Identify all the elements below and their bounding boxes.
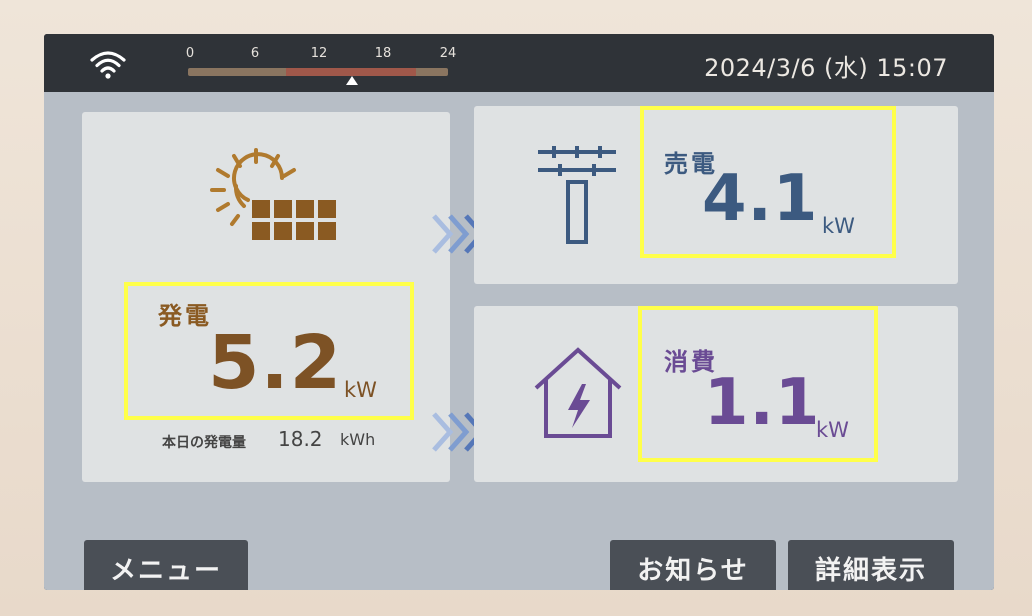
consumption-unit: kW	[816, 418, 849, 442]
time-of-day-scale: 0 6 12 18 24	[184, 46, 457, 86]
sell-readout: 売電 4.1 kW	[640, 106, 896, 258]
time-scale-bar	[188, 68, 448, 76]
main-area: 発電 5.2 kW 本日の発電量 18.2 kWh 売電 4.1 kW 消費 1…	[44, 92, 994, 590]
generation-panel[interactable]: 発電 5.2 kW 本日の発電量 18.2 kWh	[82, 112, 450, 482]
house-lightning-icon	[534, 347, 622, 438]
generation-readout: 発電 5.2 kW	[124, 282, 414, 420]
sun-solar-panel-icon	[210, 148, 336, 240]
status-bar: 0 6 12 18 24 2024/3/6 (水) 15:07	[44, 34, 994, 92]
today-generation-label: 本日の発電量	[162, 435, 246, 451]
display-screen: 0 6 12 18 24 2024/3/6 (水) 15:07 発電 5.2 k…	[44, 34, 994, 590]
menu-button[interactable]: メニュー	[84, 540, 248, 590]
news-button[interactable]: お知らせ	[610, 540, 776, 590]
utility-pole-icon	[538, 146, 616, 244]
current-time-marker	[345, 76, 358, 85]
scale-tick-0: 0	[185, 46, 195, 61]
sell-value: 4.1	[702, 162, 819, 236]
generation-label: 発電	[158, 302, 212, 330]
generation-unit: kW	[344, 378, 377, 402]
scale-tick-6: 6	[250, 46, 260, 61]
scale-tick-24: 24	[439, 46, 457, 61]
wifi-icon	[90, 51, 126, 79]
date-time-display: 2024/3/6 (水) 15:07	[704, 54, 948, 82]
scale-tick-18: 18	[374, 46, 392, 61]
generation-value: 5.2	[208, 320, 343, 406]
consumption-panel[interactable]: 消費 1.1 kW	[474, 306, 958, 482]
sell-panel[interactable]: 売電 4.1 kW	[474, 106, 958, 284]
today-generation-value: 18.2	[278, 427, 323, 451]
detail-button[interactable]: 詳細表示	[788, 540, 954, 590]
consumption-readout: 消費 1.1 kW	[638, 306, 878, 462]
scale-tick-12: 12	[310, 46, 328, 61]
consumption-value: 1.1	[704, 366, 821, 440]
today-generation-unit: kWh	[340, 430, 376, 449]
sell-unit: kW	[822, 214, 855, 238]
